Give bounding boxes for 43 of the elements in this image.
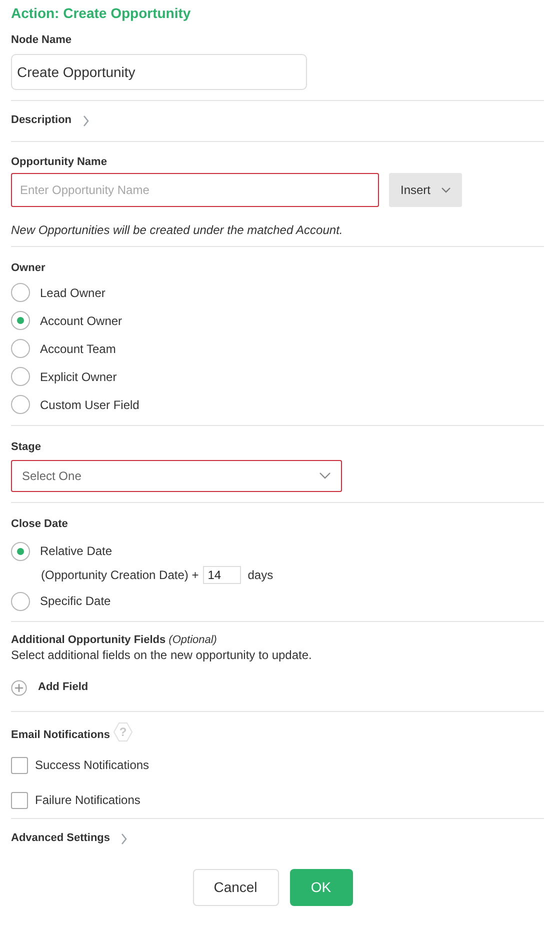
node-name-field[interactable]: Create Opportunity bbox=[11, 54, 307, 90]
field-label: Close Date bbox=[11, 518, 68, 530]
help-text: Select additional fields on the new opportunity to update. bbox=[11, 647, 313, 663]
checkbox-label: Success Notifications bbox=[35, 758, 150, 772]
help-text: New Opportunities will be created under the matched Account. bbox=[11, 223, 344, 238]
radio-button[interactable] bbox=[11, 592, 30, 611]
radio-label: Explicit Owner bbox=[40, 370, 117, 384]
radio-label: Lead Owner bbox=[40, 286, 106, 300]
radio-label: Account Owner bbox=[40, 314, 122, 328]
days-field[interactable]: 14 bbox=[202, 566, 241, 584]
caret-icon bbox=[440, 187, 450, 194]
radio-button[interactable] bbox=[11, 542, 30, 561]
radio-label: Specific Date bbox=[40, 594, 111, 608]
stage-select[interactable]: Select One bbox=[11, 460, 342, 492]
radio-button[interactable] bbox=[11, 283, 30, 302]
radio-button[interactable] bbox=[11, 395, 30, 414]
opportunity-name-field[interactable]: Enter Opportunity Name bbox=[11, 173, 379, 208]
page-title: Action: Create Opportunity bbox=[11, 5, 192, 22]
caret-icon bbox=[319, 472, 331, 480]
add-field-button[interactable]: Add Field bbox=[11, 680, 88, 696]
radio-button[interactable] bbox=[11, 367, 30, 386]
field-label: Stage bbox=[11, 440, 41, 453]
days-unit: days bbox=[246, 568, 274, 582]
field-label: Email Notifications bbox=[11, 728, 110, 742]
checkbox[interactable] bbox=[11, 792, 28, 809]
field-label: Node Name bbox=[11, 34, 72, 46]
date-formula-text: (Opportunity Creation Date) + bbox=[41, 568, 199, 582]
field-label: Additional Opportunity Fields (Optional) bbox=[11, 634, 218, 648]
radio-label: Relative Date bbox=[40, 544, 112, 558]
section-toggle-label: Description bbox=[11, 114, 72, 128]
checkbox[interactable] bbox=[11, 756, 28, 774]
radio-label: Custom User Field bbox=[40, 398, 140, 412]
section-toggle-label: Advanced Settings bbox=[11, 832, 110, 846]
checkbox-label: Failure Notifications bbox=[35, 793, 140, 808]
field-label: Opportunity Name bbox=[11, 156, 107, 168]
field-label: Owner bbox=[11, 262, 46, 274]
radio-button[interactable] bbox=[11, 311, 30, 330]
radio-label: Account Team bbox=[40, 342, 116, 356]
plus-icon bbox=[11, 680, 27, 696]
insert-dropdown[interactable]: Insert bbox=[389, 173, 462, 208]
cancel-button[interactable]: Cancel bbox=[192, 868, 278, 906]
help-icon: ? bbox=[113, 722, 134, 742]
radio-button[interactable] bbox=[11, 339, 30, 358]
